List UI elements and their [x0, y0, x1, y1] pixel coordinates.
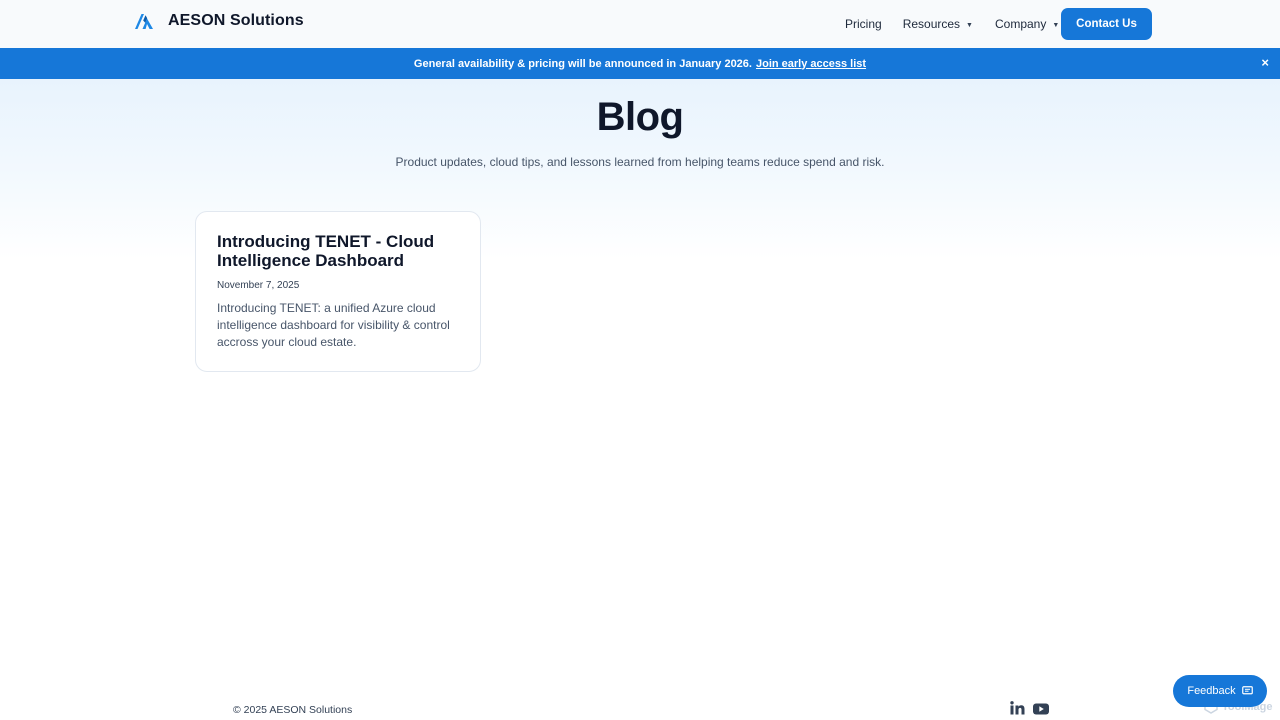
- nav-pricing-label: Pricing: [845, 17, 882, 31]
- site-header: AESON Solutions Pricing Resources ▼ Comp…: [0, 0, 1280, 48]
- nav-company-label: Company: [994, 17, 1047, 31]
- close-icon[interactable]: ×: [1261, 55, 1269, 71]
- main-nav: Pricing Resources ▼ Company ▼: [845, 17, 1059, 31]
- message-icon: [1241, 686, 1253, 695]
- banner-text: General availability & pricing will be a…: [413, 57, 752, 70]
- contact-us-button[interactable]: Contact Us: [1061, 8, 1152, 40]
- brand-link[interactable]: AESON Solutions: [134, 12, 304, 30]
- caret-down-icon: ▼: [1052, 21, 1060, 29]
- caret-down-icon: ▼: [966, 21, 973, 29]
- post-excerpt: Introducing TENET: a unified Azure cloud…: [217, 301, 450, 349]
- post-title: Introducing TENET - Cloud Intelligence D…: [217, 232, 435, 270]
- nav-company[interactable]: Company ▼: [995, 17, 1059, 31]
- footer-copyright: © 2025 AESON Solutions: [233, 704, 353, 716]
- nav-pricing[interactable]: Pricing: [845, 17, 882, 31]
- page-title: Blog: [596, 95, 684, 139]
- blog-post-card[interactable]: Introducing TENET - Cloud Intelligence D…: [195, 211, 481, 372]
- page-subtitle: Product updates, cloud tips, and lessons…: [395, 155, 885, 169]
- early-access-link[interactable]: Join early access list: [756, 58, 866, 70]
- feedback-button[interactable]: Feedback: [1173, 675, 1267, 707]
- announcement-banner: General availability & pricing will be a…: [0, 48, 1280, 79]
- linkedin-icon[interactable]: [1010, 701, 1025, 720]
- post-date: November 7, 2025: [217, 280, 300, 291]
- nav-resources[interactable]: Resources ▼: [903, 17, 973, 31]
- nav-resources-label: Resources: [902, 17, 961, 31]
- aeson-logo-icon: [135, 14, 153, 29]
- feedback-label: Feedback: [1187, 685, 1236, 697]
- social-links: [1010, 701, 1049, 720]
- brand-name: AESON Solutions: [168, 12, 304, 29]
- youtube-icon[interactable]: [1033, 702, 1049, 720]
